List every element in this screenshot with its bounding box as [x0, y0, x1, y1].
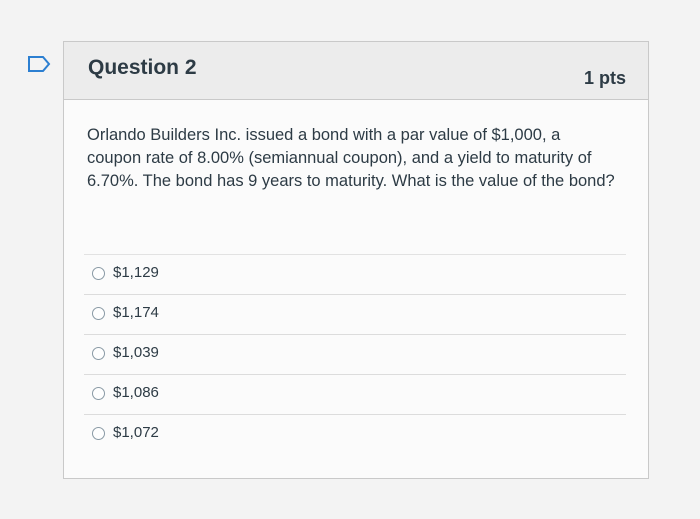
answer-option[interactable]: $1,129 [84, 254, 626, 294]
question-text: Orlando Builders Inc. issued a bond with… [87, 126, 615, 190]
answer-option[interactable]: $1,072 [84, 414, 626, 454]
question-points: 1 pts [583, 68, 626, 88]
answer-option[interactable]: $1,174 [84, 294, 626, 334]
answer-option[interactable]: $1,086 [84, 374, 626, 414]
flag-icon[interactable] [27, 55, 53, 73]
radio-button[interactable] [92, 427, 105, 440]
answer-label[interactable]: $1,072 [113, 424, 159, 441]
radio-button[interactable] [92, 307, 105, 320]
question-title: Question 2 [88, 56, 197, 79]
question-card: Question 2 1 pts Orlando Builders Inc. i… [63, 41, 649, 479]
answer-label[interactable]: $1,174 [113, 304, 159, 321]
radio-button[interactable] [92, 347, 105, 360]
question-header: Question 2 1 pts [64, 42, 648, 100]
answer-label[interactable]: $1,039 [113, 344, 159, 361]
radio-button[interactable] [92, 267, 105, 280]
answer-list: $1,129 $1,174 $1,039 $1,086 $1,072 [84, 254, 626, 454]
answer-option[interactable]: $1,039 [84, 334, 626, 374]
answer-label[interactable]: $1,086 [113, 384, 159, 401]
radio-button[interactable] [92, 387, 105, 400]
answer-label[interactable]: $1,129 [113, 264, 159, 281]
